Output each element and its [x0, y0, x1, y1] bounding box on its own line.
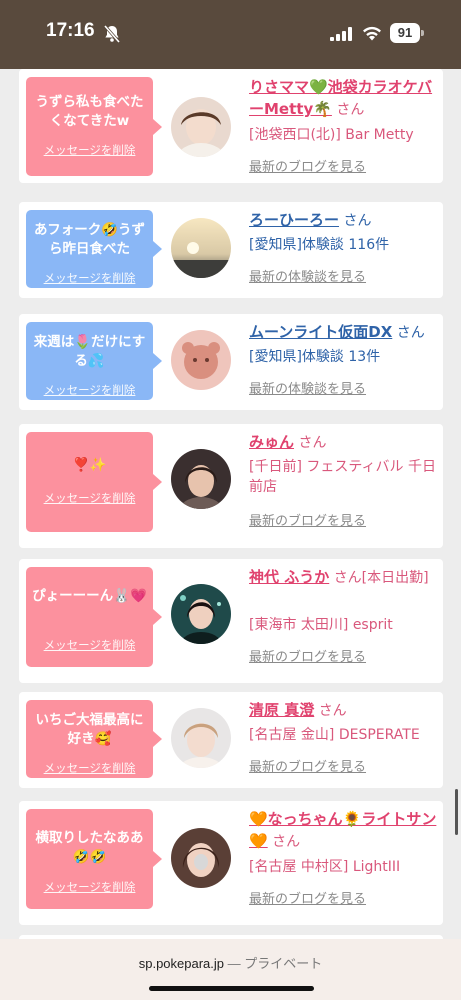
private-mode-label: プライベート — [244, 956, 323, 971]
avatar[interactable] — [171, 584, 231, 644]
message-bubble: ぴょーーーん🐰💗 メッセージを削除 — [26, 567, 162, 667]
shop-info: [池袋西口(北)] Bar Metty — [249, 127, 414, 143]
wifi-icon — [363, 26, 381, 41]
honorific: さん — [336, 102, 365, 118]
user-info: みゅん さん — [249, 432, 439, 454]
avatar[interactable] — [171, 330, 231, 390]
latest-review-link[interactable]: 最新の体験談を見る — [249, 266, 366, 285]
message-card: ❣️✨ メッセージを削除 みゅん さん [千日前] フェスティバル 千日前店 最… — [19, 424, 443, 548]
user-name-link[interactable]: ムーンライト仮面DX — [249, 323, 392, 341]
user-info: 🧡なっちゃん🌻ライトサン🧡 さん — [249, 809, 439, 853]
honorific: さん — [318, 703, 347, 719]
user-name-link[interactable]: 清原 真澄 — [249, 701, 314, 719]
message-text: あフォーク🤣うずら昨日食べた — [33, 222, 146, 257]
message-text: ぴょーーーん🐰💗 — [32, 588, 147, 604]
shop-info: [東海市 太田川] esprit — [249, 617, 393, 633]
shop-info: [千日前] フェスティバル 千日前店 — [249, 459, 436, 495]
honorific: さん[本日出勤] — [333, 570, 429, 586]
user-name-link[interactable]: 神代 ふうか — [249, 568, 329, 586]
user-info: ろーひーろー さん — [249, 210, 439, 232]
shop-info: [名古屋 中村区] LightIII — [249, 859, 401, 875]
message-card: あフォーク🤣うずら昨日食べた メッセージを削除 ろーひーろー さん [愛知県]体… — [19, 202, 443, 298]
message-text: ❣️✨ — [72, 457, 107, 473]
url-text[interactable]: sp.pokepara.jp — プライベート — [0, 953, 461, 972]
honorific: さん — [343, 213, 372, 229]
latest-blog-link[interactable]: 最新のブログを見る — [249, 156, 366, 175]
signal-icon — [330, 27, 352, 41]
delete-message-link[interactable]: メッセージを削除 — [26, 759, 153, 778]
url-separator: — — [224, 956, 245, 971]
user-info: 清原 真澄 さん — [249, 700, 439, 722]
user-name-link[interactable]: みゅん — [249, 433, 294, 451]
honorific: さん — [298, 435, 327, 451]
delete-message-link[interactable]: メッセージを削除 — [26, 141, 153, 160]
user-name-link[interactable]: ろーひーろー — [249, 211, 339, 229]
avatar[interactable] — [171, 708, 231, 768]
message-bubble: あフォーク🤣うずら昨日食べた メッセージを削除 — [26, 210, 162, 288]
message-text: 来週は🌷だけにする💦 — [33, 334, 146, 369]
user-info: ムーンライト仮面DX さん — [249, 322, 439, 344]
review-info: [愛知県]体験談 116件 — [249, 237, 390, 253]
home-indicator[interactable] — [149, 986, 314, 991]
battery-level: 91 — [390, 23, 420, 43]
message-bubble: 横取りしたなああ🤣🤣 メッセージを削除 — [26, 809, 162, 909]
message-card: うずら私も食べたくなてきたw メッセージを削除 りさママ💚池袋カラオケバーMet… — [19, 69, 443, 183]
message-card: いちご大福最高に好き🥰 メッセージを削除 清原 真澄 さん [名古屋 金山] D… — [19, 692, 443, 788]
battery-icon: 91 — [390, 23, 424, 43]
status-time: 17:16 — [46, 20, 95, 41]
message-card: 来週は🌷だけにする💦 メッセージを削除 ムーンライト仮面DX さん [愛知県]体… — [19, 314, 443, 410]
message-list[interactable]: うずら私も食べたくなてきたw メッセージを削除 りさママ💚池袋カラオケバーMet… — [0, 69, 461, 939]
honorific: さん — [396, 325, 425, 341]
delete-message-link[interactable]: メッセージを削除 — [26, 381, 153, 400]
delete-message-link[interactable]: メッセージを削除 — [26, 878, 153, 897]
message-text: 横取りしたなああ🤣🤣 — [35, 830, 144, 865]
message-bubble: 来週は🌷だけにする💦 メッセージを削除 — [26, 322, 162, 400]
avatar[interactable] — [171, 218, 231, 278]
avatar[interactable] — [171, 828, 231, 888]
message-bubble: うずら私も食べたくなてきたw メッセージを削除 — [26, 77, 162, 176]
review-info: [愛知県]体験談 13件 — [249, 349, 381, 365]
status-bar: 17:16 91 — [0, 0, 461, 69]
honorific: さん — [272, 834, 301, 850]
message-card: ぴょーーーん🐰💗 メッセージを削除 神代 ふうか さん[本日出勤] [東海市 太… — [19, 559, 443, 683]
avatar[interactable] — [171, 97, 231, 157]
shop-info: [名古屋 金山] DESPERATE — [249, 727, 420, 743]
message-text: いちご大福最高に好き🥰 — [35, 712, 144, 747]
message-bubble: ❣️✨ メッセージを削除 — [26, 432, 162, 532]
latest-blog-link[interactable]: 最新のブログを見る — [249, 888, 366, 907]
avatar[interactable] — [171, 449, 231, 509]
delete-message-link[interactable]: メッセージを削除 — [26, 636, 153, 655]
delete-message-link[interactable]: メッセージを削除 — [26, 269, 153, 288]
url-domain: sp.pokepara.jp — [138, 956, 225, 971]
user-info: りさママ💚池袋カラオケバーMetty🌴 さん — [249, 77, 439, 121]
message-bubble: いちご大福最高に好き🥰 メッセージを削除 — [26, 700, 162, 778]
latest-blog-link[interactable]: 最新のブログを見る — [249, 756, 366, 775]
latest-review-link[interactable]: 最新の体験談を見る — [249, 378, 366, 397]
latest-blog-link[interactable]: 最新のブログを見る — [249, 510, 366, 529]
latest-blog-link[interactable]: 最新のブログを見る — [249, 646, 366, 665]
message-text: うずら私も食べたくなてきたw — [35, 94, 144, 129]
scrollbar[interactable] — [455, 789, 458, 835]
user-info: 神代 ふうか さん[本日出勤] — [249, 567, 439, 589]
message-card: 横取りしたなああ🤣🤣 メッセージを削除 🧡なっちゃん🌻ライトサン🧡 さん [名古… — [19, 801, 443, 925]
bell-slash-icon — [103, 25, 121, 43]
delete-message-link[interactable]: メッセージを削除 — [26, 489, 153, 508]
